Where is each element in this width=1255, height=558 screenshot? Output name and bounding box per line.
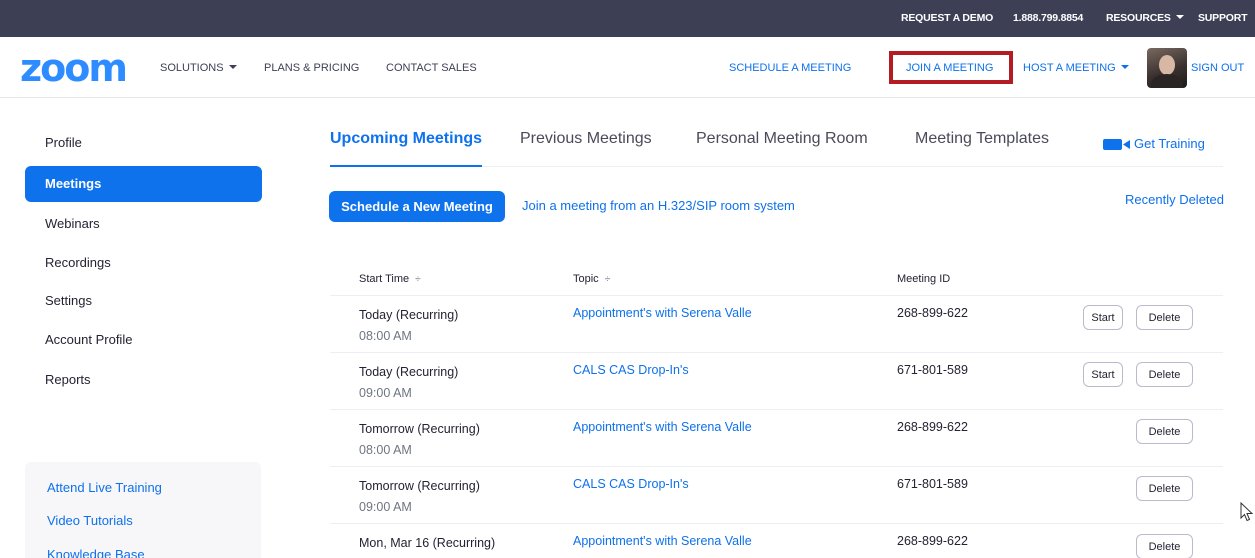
sidebar-item-profile[interactable]: Profile xyxy=(25,125,262,161)
table-row: Today (Recurring) 09:00 AM CALS CAS Drop-… xyxy=(330,352,1223,409)
start-button[interactable]: Start xyxy=(1083,362,1123,387)
sidebar-resources-panel: Attend Live Training Video Tutorials Kno… xyxy=(25,462,261,558)
top-utility-bar: REQUEST A DEMO 1.888.799.8854 RESOURCES … xyxy=(0,0,1255,37)
sort-icon: ÷ xyxy=(604,274,611,285)
meeting-id: 268-899-622 xyxy=(897,534,968,548)
avatar-shoulders xyxy=(1151,74,1183,88)
start-time-header[interactable]: Start Time ÷ xyxy=(359,273,421,285)
sidebar-item-webinars[interactable]: Webinars xyxy=(25,206,262,242)
schedule-new-meeting-button[interactable]: Schedule a New Meeting xyxy=(329,191,505,222)
support-link[interactable]: SUPPORT xyxy=(1198,12,1248,24)
start-day: Today (Recurring) xyxy=(359,365,459,379)
main-nav: zoom SOLUTIONS PLANS & PRICING CONTACT S… xyxy=(0,37,1255,98)
recently-deleted-link[interactable]: Recently Deleted xyxy=(1125,192,1224,207)
sidebar-item-settings[interactable]: Settings xyxy=(25,283,262,319)
meeting-id: 268-899-622 xyxy=(897,306,968,320)
active-tab-indicator xyxy=(330,165,482,167)
delete-button[interactable]: Delete xyxy=(1136,476,1193,501)
delete-button[interactable]: Delete xyxy=(1136,419,1193,444)
start-day: Mon, Mar 16 (Recurring) xyxy=(359,536,496,550)
sort-icon: ÷ xyxy=(415,274,421,285)
sign-out-link[interactable]: SIGN OUT xyxy=(1191,62,1244,74)
start-day: Tomorrow (Recurring) xyxy=(359,479,480,493)
start-time: 09:00 AM xyxy=(359,386,412,400)
tab-meeting-templates[interactable]: Meeting Templates xyxy=(915,130,1049,148)
start-time-cell: Tomorrow (Recurring) 09:00 AM xyxy=(359,477,480,516)
plans-pricing-link[interactable]: PLANS & PRICING xyxy=(264,62,359,74)
start-day: Tomorrow (Recurring) xyxy=(359,422,480,436)
topic-header[interactable]: Topic ÷ xyxy=(573,273,610,285)
meeting-id: 671-801-589 xyxy=(897,363,968,377)
start-time-cell: Tomorrow (Recurring) 08:00 AM xyxy=(359,420,480,459)
table-row: Tomorrow (Recurring) 08:00 AM Appointment… xyxy=(330,409,1223,466)
solutions-menu[interactable]: SOLUTIONS xyxy=(160,62,237,74)
table-row: Mon, Mar 16 (Recurring) Appointment's wi… xyxy=(330,523,1223,558)
join-sip-room-link[interactable]: Join a meeting from an H.323/SIP room sy… xyxy=(522,198,795,213)
sidebar-item-recordings[interactable]: Recordings xyxy=(25,245,262,281)
tab-upcoming-meetings[interactable]: Upcoming Meetings xyxy=(330,130,482,148)
mouse-pointer-icon xyxy=(1240,502,1254,522)
start-time: 09:00 AM xyxy=(359,500,412,514)
attend-live-training-link[interactable]: Attend Live Training xyxy=(47,480,162,495)
table-row: Today (Recurring) 08:00 AM Appointment's … xyxy=(330,295,1223,352)
delete-button[interactable]: Delete xyxy=(1136,305,1193,330)
start-time-cell: Mon, Mar 16 (Recurring) xyxy=(359,534,495,552)
table-row: Tomorrow (Recurring) 09:00 AM CALS CAS Dr… xyxy=(330,466,1223,523)
video-camera-icon xyxy=(1103,139,1130,150)
resources-menu[interactable]: RESOURCES xyxy=(1106,12,1184,24)
get-training-link[interactable]: Get Training xyxy=(1134,136,1205,151)
meeting-id-header: Meeting ID xyxy=(897,273,951,285)
sidebar-item-reports[interactable]: Reports xyxy=(25,362,262,398)
meeting-topic-link[interactable]: Appointment's with Serena Valle xyxy=(573,306,752,320)
meeting-id: 268-899-622 xyxy=(897,420,968,434)
avatar-face xyxy=(1159,55,1175,75)
start-time-cell: Today (Recurring) 08:00 AM xyxy=(359,306,458,345)
contact-sales-link[interactable]: CONTACT SALES xyxy=(386,62,477,74)
start-time-header-label: Start Time xyxy=(359,273,410,285)
join-meeting-link[interactable]: JOIN A MEETING xyxy=(906,62,993,74)
sidebar-item-meetings[interactable]: Meetings xyxy=(25,166,262,202)
caret-down-icon xyxy=(1175,15,1184,20)
meeting-topic-link[interactable]: Appointment's with Serena Valle xyxy=(573,534,752,548)
delete-button[interactable]: Delete xyxy=(1136,362,1193,387)
start-time: 08:00 AM xyxy=(359,443,412,457)
solutions-label: SOLUTIONS xyxy=(160,62,224,74)
request-demo-link[interactable]: REQUEST A DEMO xyxy=(901,12,993,24)
tab-previous-meetings[interactable]: Previous Meetings xyxy=(520,130,652,148)
host-meeting-label: HOST A MEETING xyxy=(1023,62,1116,74)
zoom-logo[interactable]: zoom xyxy=(20,49,128,87)
resources-label: RESOURCES xyxy=(1106,12,1171,24)
meeting-topic-link[interactable]: CALS CAS Drop-In's xyxy=(573,363,689,377)
caret-down-icon xyxy=(1120,65,1129,70)
sidebar-item-account-profile[interactable]: Account Profile xyxy=(25,322,262,358)
start-day: Today (Recurring) xyxy=(359,308,459,322)
topic-header-label: Topic xyxy=(573,273,599,285)
schedule-meeting-link[interactable]: SCHEDULE A MEETING xyxy=(729,62,851,74)
host-meeting-menu[interactable]: HOST A MEETING xyxy=(1023,62,1129,74)
knowledge-base-link[interactable]: Knowledge Base xyxy=(47,547,145,558)
start-time-cell: Today (Recurring) 09:00 AM xyxy=(359,363,458,402)
video-tutorials-link[interactable]: Video Tutorials xyxy=(47,513,133,528)
meeting-topic-link[interactable]: CALS CAS Drop-In's xyxy=(573,477,689,491)
start-button[interactable]: Start xyxy=(1083,305,1123,330)
tab-personal-meeting-room[interactable]: Personal Meeting Room xyxy=(696,130,868,148)
avatar[interactable] xyxy=(1147,48,1187,88)
phone-number[interactable]: 1.888.799.8854 xyxy=(1013,12,1083,24)
delete-button[interactable]: Delete xyxy=(1136,534,1193,558)
caret-down-icon xyxy=(228,65,237,70)
start-time: 08:00 AM xyxy=(359,329,412,343)
meeting-topic-link[interactable]: Appointment's with Serena Valle xyxy=(573,420,752,434)
meeting-id: 671-801-589 xyxy=(897,477,968,491)
